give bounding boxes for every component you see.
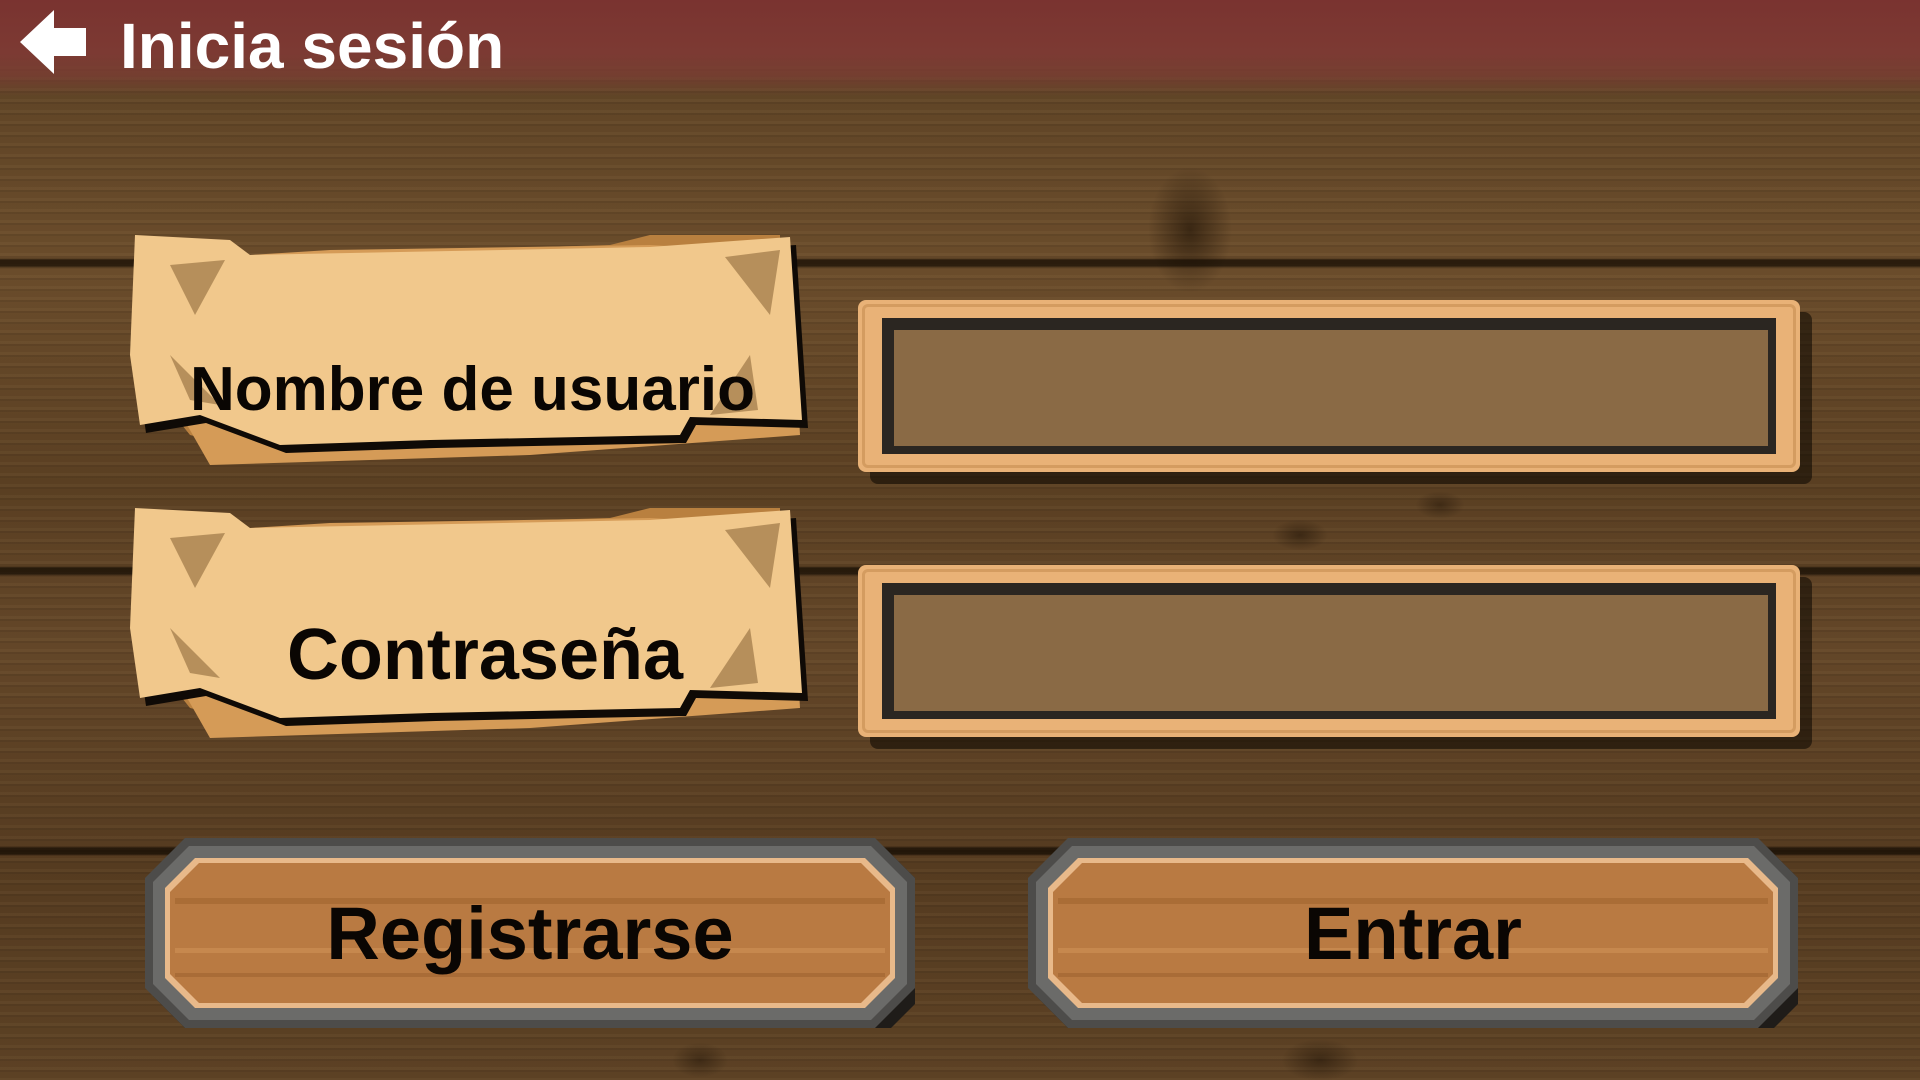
- login-screen: Inicia sesión Nombre de usuario Contrase…: [0, 0, 1920, 1080]
- password-label: Contraseña: [286, 615, 684, 695]
- username-label: Nombre de usuario: [190, 355, 755, 424]
- password-input-frame: [858, 565, 1800, 737]
- enter-button-label: Entrar: [1304, 891, 1522, 975]
- back-button[interactable]: [18, 8, 90, 76]
- username-input[interactable]: [882, 318, 1776, 454]
- page-title: Inicia sesión: [120, 10, 505, 82]
- register-button[interactable]: Registrarse: [145, 838, 915, 1028]
- back-arrow-icon: [20, 10, 86, 74]
- enter-button[interactable]: Entrar: [1028, 838, 1798, 1028]
- title-bar: Inicia sesión: [0, 0, 1920, 96]
- username-input-frame: [858, 300, 1800, 472]
- password-input[interactable]: [882, 583, 1776, 719]
- register-button-label: Registrarse: [326, 891, 734, 975]
